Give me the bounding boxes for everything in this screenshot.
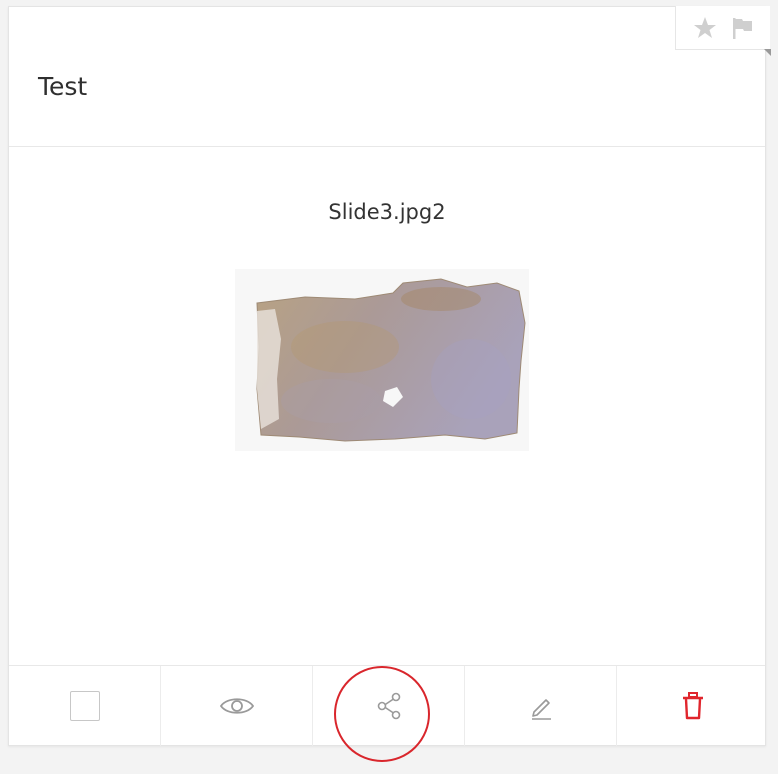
eye-icon — [219, 698, 254, 714]
star-icon[interactable] — [691, 14, 719, 42]
slide-card: Test Slide3.jpg2 — [8, 6, 766, 746]
edit-button[interactable] — [464, 666, 616, 746]
slide-thumbnail[interactable] — [235, 269, 529, 451]
action-bar — [9, 665, 768, 746]
file-name[interactable]: Slide3.jpg2 — [9, 197, 765, 227]
tissue-image — [256, 278, 526, 442]
flag-icon[interactable] — [728, 14, 756, 42]
corner-actions — [675, 6, 771, 56]
share-icon — [377, 692, 400, 720]
card-header: Test — [9, 7, 765, 147]
pencil-icon — [531, 699, 551, 720]
trash-icon — [682, 692, 703, 720]
select-checkbox[interactable] — [9, 666, 160, 746]
delete-button[interactable] — [616, 666, 768, 746]
view-button[interactable] — [160, 666, 312, 746]
card-title: Test — [38, 72, 88, 101]
share-button[interactable] — [312, 666, 464, 746]
checkbox-icon — [69, 691, 100, 721]
